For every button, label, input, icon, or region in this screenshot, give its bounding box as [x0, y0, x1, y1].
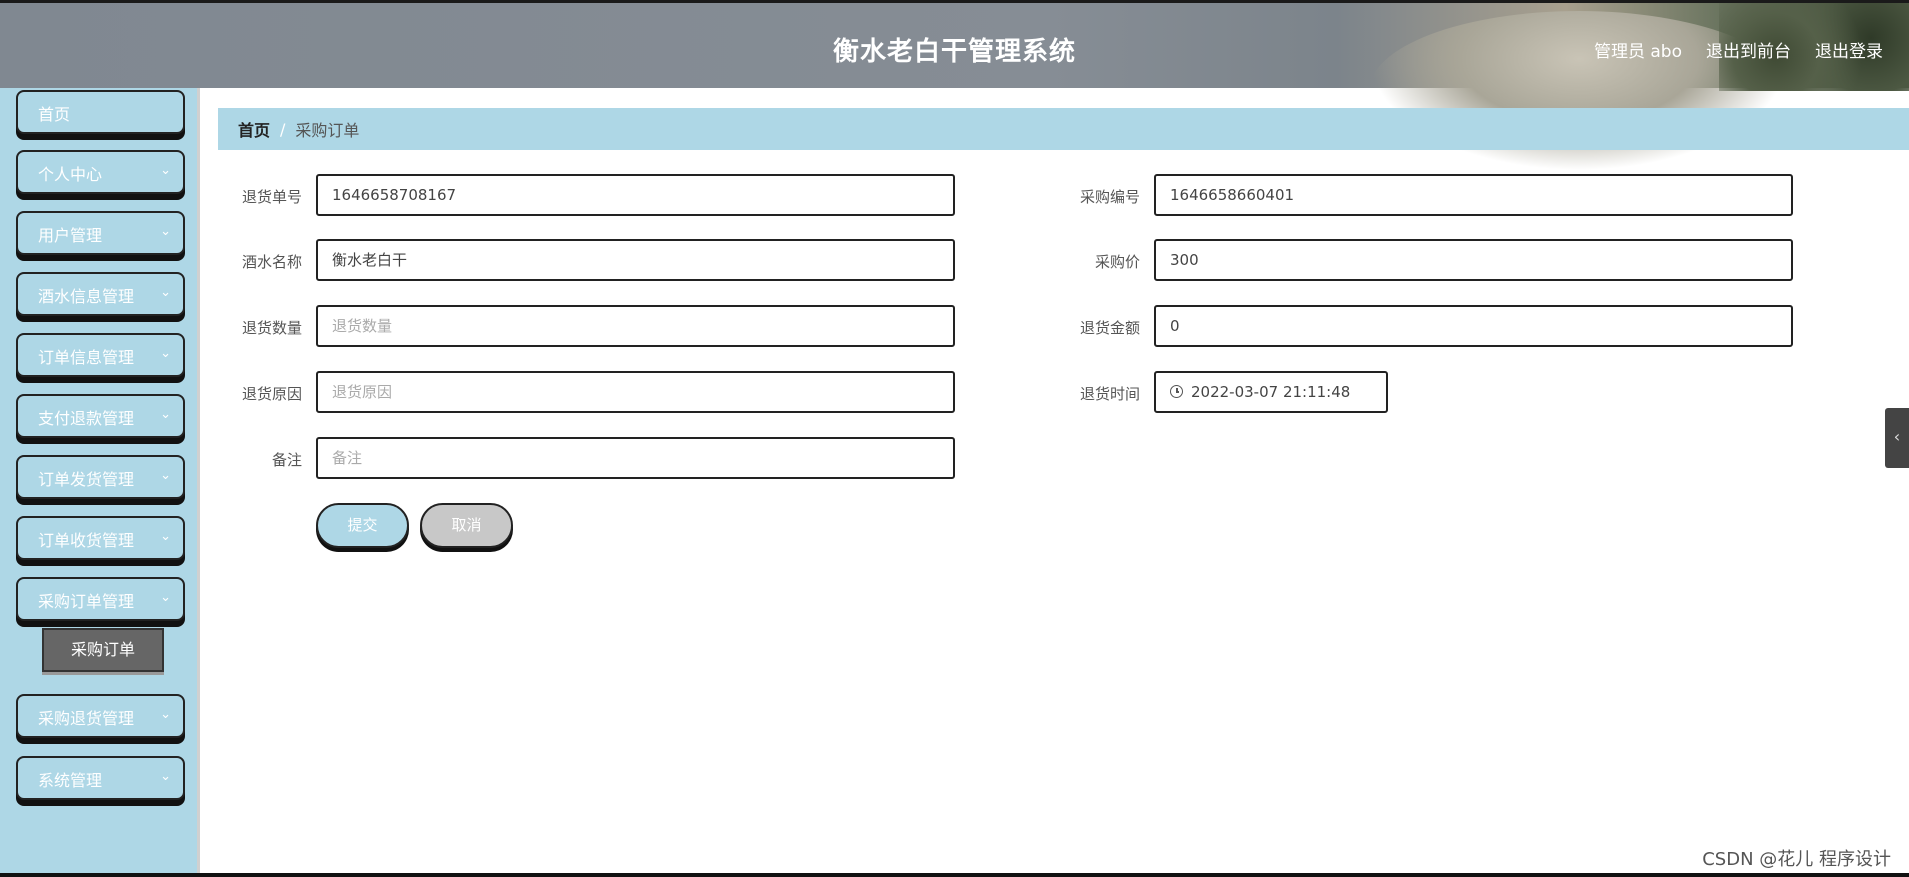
- purchase-price-field[interactable]: 300: [1154, 239, 1793, 281]
- return-no-label: 退货单号: [241, 188, 302, 206]
- logout-link[interactable]: 退出登录: [1815, 37, 1883, 62]
- sidebar-item-label: 个人中心: [38, 165, 103, 184]
- chevron-down-icon: ⌄: [160, 346, 171, 361]
- purchase-no-label: 采购编号: [1079, 188, 1140, 206]
- sidebar-item-drink-info[interactable]: 酒水信息管理 ⌄: [16, 272, 185, 316]
- drink-name-value: 衡水老白干: [332, 251, 408, 269]
- return-reason-field[interactable]: [316, 371, 955, 413]
- purchase-no-value: 1646658660401: [1170, 186, 1295, 204]
- chevron-down-icon: ⌄: [160, 285, 171, 300]
- sidebar-item-label: 订单收货管理: [38, 531, 135, 550]
- return-qty-input[interactable]: [332, 317, 922, 335]
- breadcrumb: 首页 / 采购订单: [218, 108, 1909, 150]
- return-qty-label: 退货数量: [241, 319, 302, 337]
- exit-to-frontend-link[interactable]: 退出到前台: [1706, 37, 1791, 62]
- chevron-down-icon: ⌄: [160, 163, 171, 178]
- return-time-label: 退货时间: [1079, 385, 1140, 403]
- remark-label: 备注: [271, 451, 302, 469]
- return-amount-value: 0: [1170, 317, 1180, 335]
- sidebar-item-label: 酒水信息管理: [38, 287, 135, 306]
- top-nav: 管理员 abo 退出到前台 退出登录: [1594, 37, 1883, 62]
- sidebar-item-label: 支付退款管理: [38, 409, 135, 428]
- sidebar-item-label: 系统管理: [38, 771, 103, 790]
- chevron-down-icon: ⌄: [160, 224, 171, 239]
- return-amount-label: 退货金额: [1079, 319, 1140, 337]
- chevron-down-icon: ⌄: [160, 468, 171, 483]
- admin-user-link[interactable]: 管理员 abo: [1594, 37, 1682, 62]
- sidebar-item-order-info[interactable]: 订单信息管理 ⌄: [16, 333, 185, 377]
- return-qty-field[interactable]: [316, 305, 955, 347]
- sidebar-item-order-receipt[interactable]: 订单收货管理 ⌄: [16, 516, 185, 560]
- sidebar-item-label: 首页: [38, 105, 71, 124]
- chevron-left-icon[interactable]: ‹: [1885, 408, 1909, 468]
- return-time-picker[interactable]: 2022-03-07 21:11:48: [1154, 371, 1388, 413]
- breadcrumb-current: 采购订单: [295, 121, 360, 140]
- return-no-value: 1646658708167: [332, 186, 457, 204]
- sidebar-item-personal-center[interactable]: 个人中心 ⌄: [16, 150, 185, 194]
- breadcrumb-separator: /: [280, 119, 286, 139]
- chevron-down-icon: ⌄: [160, 590, 171, 605]
- sidebar-item-purchase-order[interactable]: 采购订单管理 ⌄: [16, 577, 185, 621]
- sidebar-item-home[interactable]: 首页: [16, 90, 185, 134]
- submit-button[interactable]: 提交: [316, 503, 409, 548]
- chevron-down-icon: ⌄: [160, 407, 171, 422]
- sidebar-item-label: 订单信息管理: [38, 348, 135, 367]
- sidebar-item-label: 用户管理: [38, 226, 103, 245]
- purchase-price-value: 300: [1170, 251, 1199, 269]
- sidebar-item-payment-refund[interactable]: 支付退款管理 ⌄: [16, 394, 185, 438]
- remark-input[interactable]: [332, 449, 922, 467]
- chevron-down-icon: ⌄: [160, 707, 171, 722]
- return-amount-field[interactable]: 0: [1154, 305, 1793, 347]
- breadcrumb-home[interactable]: 首页: [238, 117, 270, 141]
- sidebar-item-purchase-return[interactable]: 采购退货管理 ⌄: [16, 694, 185, 738]
- return-no-field[interactable]: 1646658708167: [316, 174, 955, 216]
- sidebar-item-user-management[interactable]: 用户管理 ⌄: [16, 211, 185, 255]
- sidebar-item-label: 采购订单管理: [38, 592, 135, 611]
- purchase-no-field[interactable]: 1646658660401: [1154, 174, 1793, 216]
- chevron-down-icon: ⌄: [160, 769, 171, 784]
- bottom-border: [0, 873, 1909, 877]
- submenu-item-purchase-order[interactable]: 采购订单: [42, 628, 164, 672]
- sidebar-item-label: 订单发货管理: [38, 470, 135, 489]
- watermark: CSDN @花儿 程序设计: [1702, 849, 1891, 870]
- drink-name-field[interactable]: 衡水老白干: [316, 239, 955, 281]
- top-header: 衡水老白干管理系统 管理员 abo 退出到前台 退出登录: [0, 0, 1909, 171]
- purchase-price-label: 采购价: [1094, 253, 1140, 271]
- cancel-button[interactable]: 取消: [420, 503, 513, 548]
- drink-name-label: 酒水名称: [241, 253, 302, 271]
- return-time-value: 2022-03-07 21:11:48: [1191, 383, 1351, 401]
- sidebar-item-order-shipping[interactable]: 订单发货管理 ⌄: [16, 455, 185, 499]
- chevron-down-icon: ⌄: [160, 529, 171, 544]
- remark-field[interactable]: [316, 437, 955, 479]
- return-reason-label: 退货原因: [241, 385, 302, 403]
- sidebar-item-label: 采购退货管理: [38, 709, 135, 728]
- sidebar: 首页 个人中心 ⌄ 用户管理 ⌄ 酒水信息管理 ⌄ 订单信息管理 ⌄ 支付退款管…: [0, 88, 200, 877]
- return-reason-input[interactable]: [332, 383, 922, 401]
- sidebar-item-system[interactable]: 系统管理 ⌄: [16, 756, 185, 800]
- clock-icon: [1170, 385, 1183, 398]
